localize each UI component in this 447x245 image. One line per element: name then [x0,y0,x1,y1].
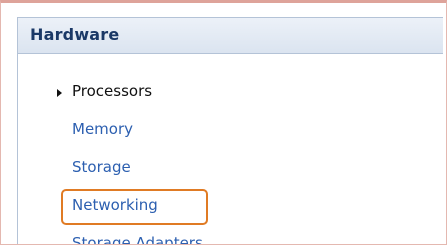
screenshot-frame: Hardware Processors Memory Storage Netwo… [0,0,447,245]
nav-item-storage-adapters[interactable]: Storage Adapters [72,233,203,244]
nav-item-memory[interactable]: Memory [72,119,133,139]
triangle-right-icon [57,89,62,97]
hardware-panel: Hardware Processors Memory Storage Netwo… [17,17,443,244]
panel-title: Hardware [30,25,120,44]
networking-highlight-outline [61,189,208,225]
nav-item-storage[interactable]: Storage [72,157,131,177]
panel-header: Hardware [18,18,443,54]
nav-item-processors[interactable]: Processors [72,81,152,101]
